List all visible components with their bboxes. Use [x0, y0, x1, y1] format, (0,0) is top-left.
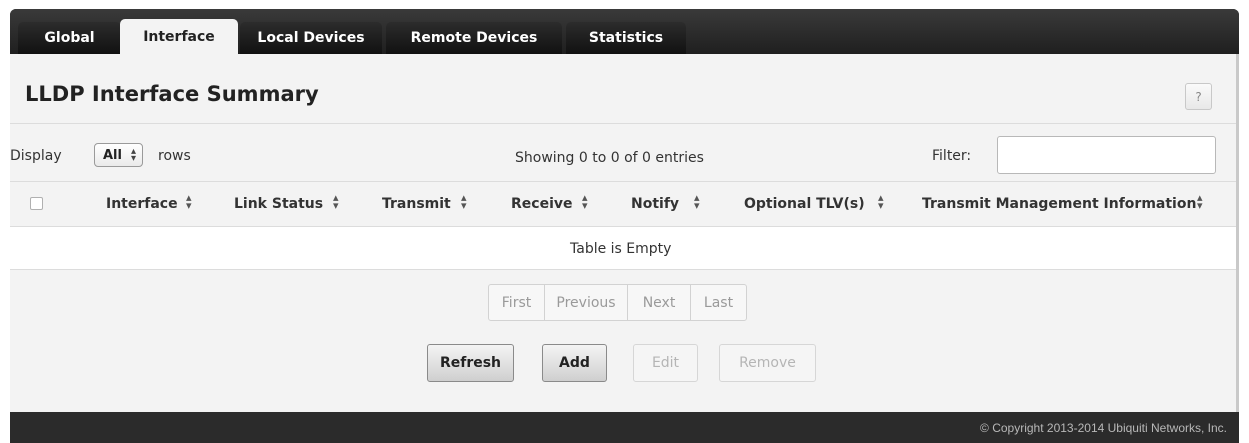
table-empty-row: Table is Empty: [10, 226, 1236, 270]
add-button[interactable]: Add: [542, 344, 607, 382]
filter-label: Filter:: [932, 148, 972, 164]
tab-label: Global: [44, 30, 95, 46]
tab-label: Local Devices: [257, 30, 365, 46]
pagination-last-button[interactable]: Last: [691, 285, 746, 320]
tab-label: Interface: [143, 28, 215, 45]
divider: [10, 123, 1236, 124]
edit-button[interactable]: Edit: [633, 344, 698, 382]
sort-arrows-icon[interactable]: ▴ ▾: [694, 192, 700, 211]
refresh-button[interactable]: Refresh: [427, 344, 514, 382]
tab-remote-devices[interactable]: Remote Devices: [386, 22, 562, 54]
filter-input[interactable]: [997, 136, 1216, 174]
pagination-next-button[interactable]: Next: [628, 285, 691, 320]
copyright-text: © Copyright 2013-2014 Ubiquiti Networks,…: [980, 421, 1227, 435]
tab-global[interactable]: Global: [18, 22, 121, 54]
footer: © Copyright 2013-2014 Ubiquiti Networks,…: [10, 412, 1239, 443]
rows-select-value: All: [103, 147, 122, 163]
display-label-text: Display: [10, 148, 62, 164]
help-icon: ?: [1195, 89, 1202, 104]
table-empty-message: Table is Empty: [570, 241, 672, 257]
sort-arrows-icon[interactable]: ▴ ▾: [333, 192, 339, 211]
column-header-notify[interactable]: Notify: [631, 196, 679, 212]
table-header-row: Interface ▴ ▾ Link Status ▴ ▾ Transmit ▴ ▾ …: [10, 182, 1236, 225]
select-caret-icon: ▴ ▾: [130, 146, 136, 164]
sort-arrows-icon[interactable]: ▴ ▾: [461, 192, 467, 211]
select-all-checkbox[interactable]: [30, 197, 43, 210]
app-window: Global Interface Local Devices Remote De…: [10, 9, 1239, 443]
column-header-transmit[interactable]: Transmit: [382, 196, 451, 212]
pagination: First Previous Next Last: [488, 284, 747, 321]
tab-statistics[interactable]: Statistics: [566, 22, 686, 54]
column-header-transmit-management-information[interactable]: Transmit Management Information: [922, 196, 1196, 212]
sort-arrows-icon[interactable]: ▴ ▾: [582, 192, 588, 211]
column-header-interface[interactable]: Interface: [106, 196, 178, 212]
tab-bar: Global Interface Local Devices Remote De…: [10, 9, 1239, 54]
sort-arrows-icon[interactable]: ▴ ▾: [186, 192, 192, 211]
remove-button[interactable]: Remove: [719, 344, 816, 382]
tab-label: Statistics: [588, 30, 664, 46]
help-button[interactable]: ?: [1185, 83, 1212, 110]
tab-local-devices[interactable]: Local Devices: [240, 22, 382, 54]
column-header-link-status[interactable]: Link Status: [234, 196, 323, 212]
content-panel: LLDP Interface Summary ? Display All ▴ ▾ …: [10, 54, 1236, 412]
page-title: LLDP Interface Summary: [25, 82, 319, 106]
entries-count: Showing 0 to 0 of 0 entries: [515, 150, 704, 166]
vertical-scrollbar[interactable]: [1236, 54, 1239, 412]
rows-label: rows: [158, 148, 191, 164]
sort-arrows-icon[interactable]: ▴ ▾: [1197, 192, 1203, 211]
tab-label: Remote Devices: [410, 30, 538, 46]
rows-per-page-select[interactable]: All ▴ ▾: [94, 143, 143, 167]
column-header-receive[interactable]: Receive: [511, 196, 573, 212]
column-header-optional-tlvs[interactable]: Optional TLV(s): [744, 196, 865, 212]
pagination-previous-button[interactable]: Previous: [545, 285, 628, 320]
sort-arrows-icon[interactable]: ▴ ▾: [878, 192, 884, 211]
tab-interface[interactable]: Interface: [120, 19, 238, 54]
pagination-first-button[interactable]: First: [489, 285, 545, 320]
